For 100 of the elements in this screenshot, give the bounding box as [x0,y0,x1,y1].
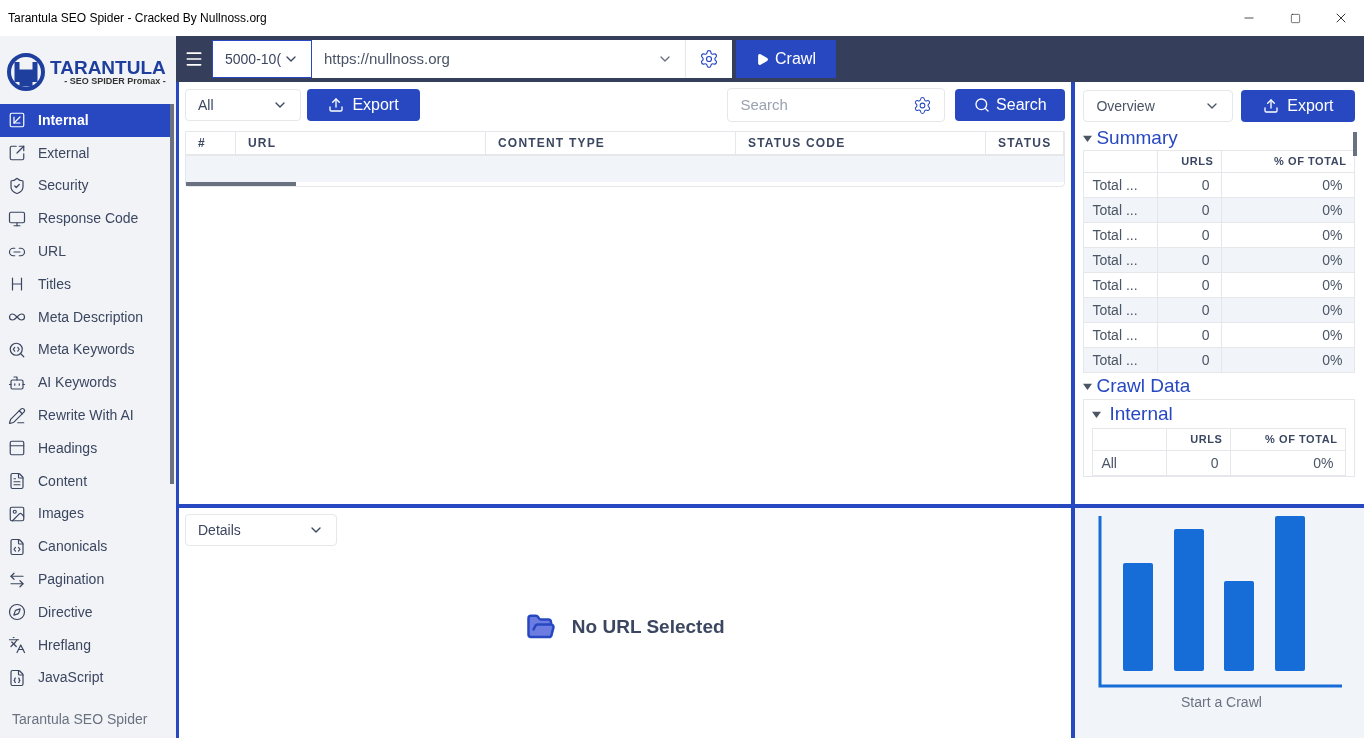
column-header[interactable]: CONTENT TYPE [486,132,736,154]
sidebar-item[interactable]: AI Keywords [0,366,170,400]
sidebar-item[interactable]: Images [0,497,170,531]
shield-icon [8,177,26,195]
search-icon [974,97,991,113]
document-icon [8,472,26,491]
table-cell: Total ... [1083,297,1158,323]
scrollbar [1353,132,1358,156]
column-header: URLS [1157,150,1222,173]
column-header[interactable]: STATUS CODE [736,132,986,154]
sidebar-item[interactable]: Directive [0,595,170,629]
sidebar-item[interactable]: Meta Description [0,300,170,334]
table-cell: Total ... [1083,272,1158,298]
filter-dropdown[interactable]: All [185,89,301,121]
table-cell: 0 [1157,322,1222,348]
section-title[interactable]: Crawl Data [1096,371,1191,401]
external-link-icon [8,144,26,163]
menu-icon[interactable] [184,49,204,69]
search-field[interactable]: Search [727,88,946,122]
caret-icon[interactable] [1083,381,1093,391]
sidebar-item[interactable]: Content [0,464,170,498]
table-cell: 0% [1221,247,1355,273]
logo-name: TARANTULA [50,58,166,77]
search-icon [8,340,26,359]
translate-icon [8,636,26,655]
column-header[interactable]: # [186,132,236,154]
table-cell: Total ... [1083,197,1158,223]
table-cell: 0% [1221,347,1355,373]
play-icon [756,52,770,66]
column-header: % OF TOTAL [1221,150,1355,173]
table-cell: Total ... [1083,347,1158,373]
table-cell: 0% [1221,172,1355,198]
settings-icon[interactable] [686,40,732,78]
table-cell: Total ... [1083,172,1158,198]
sidebar-item[interactable]: Hreflang [0,628,170,662]
table-cell: 0% [1221,322,1355,348]
script-file-icon [8,668,26,687]
table-cell: 0 [1157,222,1222,248]
export-button[interactable]: Export [307,89,420,121]
window-title: Tarantula SEO Spider - Cracked By Nullnoss.org [7,10,268,27]
upload-icon [1263,98,1280,114]
details-dropdown[interactable]: Details [185,514,337,546]
table-cell: 0 [1166,450,1231,476]
sidebar-item[interactable]: Canonicals [0,530,170,564]
table-cell: 0% [1221,197,1355,223]
table-cell: 0 [1157,297,1222,323]
logo-tagline: - SEO SPIDER Promax - [64,77,166,86]
table-cell: 0 [1157,272,1222,298]
table-cell: 0 [1157,347,1222,373]
sidebar-item[interactable]: Rewrite With AI [0,399,170,432]
table-cell: 0% [1221,297,1355,323]
image-icon [8,504,26,523]
section-title[interactable]: Internal [1109,399,1173,429]
table-cell: 0 [1157,247,1222,273]
chart-caption: Start a Crawl [1180,693,1262,712]
table-cell: Total ... [1083,247,1158,273]
pencil-icon [8,406,26,425]
table-cell: Total ... [1083,222,1158,248]
sidebar-item[interactable]: Meta Keywords [0,333,170,367]
settings-icon[interactable] [913,95,933,115]
table-cell: 0% [1221,272,1355,298]
url-field[interactable]: https://nullnoss.org [312,40,686,78]
sidebar-item[interactable]: External [0,136,170,170]
caret-icon[interactable] [1092,409,1102,419]
section-title[interactable]: Summary [1096,126,1178,153]
empty-message: No URL Selected [571,614,725,639]
column-header: % OF TOTAL [1230,428,1346,451]
sidebar-item[interactable]: URL [0,235,170,268]
sidebar-item[interactable]: Pagination [0,563,170,596]
arrows-icon [8,570,26,589]
table-cell: All [1092,450,1167,476]
robot-icon [8,373,26,392]
export-button[interactable]: Export [1241,90,1356,122]
column-header: URLS [1166,428,1231,451]
search-input[interactable]: Search [740,93,891,117]
footer-text: Tarantula SEO Spider [11,710,149,729]
overview-dropdown[interactable]: Overview [1083,90,1234,122]
limit-dropdown[interactable]: 5000-10( [212,40,312,78]
code-file-icon [8,537,26,556]
sidebar-item[interactable]: Internal [0,104,170,137]
table-cell: 0 [1157,197,1222,223]
crawl-button[interactable]: Crawl [736,40,836,78]
table-cell: Total ... [1083,322,1158,348]
compass-icon [8,603,26,622]
sidebar-item[interactable]: Security [0,169,170,203]
column-header[interactable]: URL [236,132,486,154]
sidebar-item[interactable]: Headings [0,431,170,465]
caret-icon[interactable] [1083,133,1093,143]
arrow-square-icon [8,111,26,130]
sidebar-item[interactable]: Response Code [0,202,170,236]
search-button[interactable]: Search [955,89,1066,121]
panel-icon [8,439,26,458]
logo-icon [6,52,46,92]
monitor-icon [8,209,26,228]
table-cell: 0 [1157,172,1222,198]
sidebar-item[interactable]: JavaScript [0,661,170,695]
table-cell: 0% [1230,450,1346,476]
column-header[interactable]: STATUS [986,132,1065,154]
sidebar-item[interactable]: Titles [0,268,170,301]
upload-icon [328,97,345,113]
